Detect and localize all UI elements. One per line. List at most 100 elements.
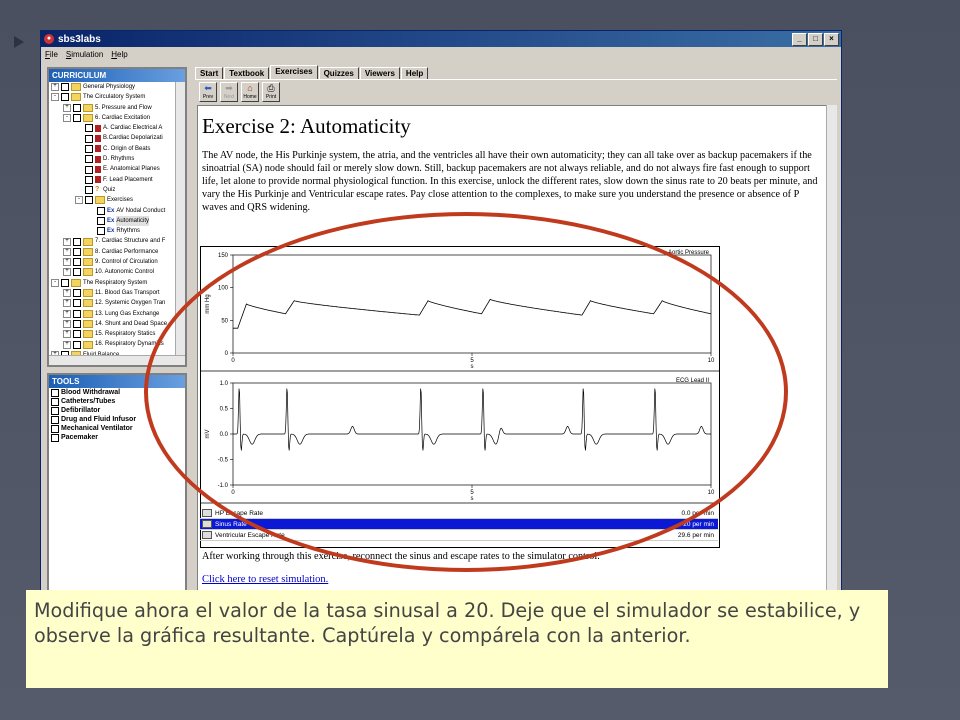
tab-textbook[interactable]: Textbook	[224, 67, 270, 79]
lock-icon[interactable]	[202, 509, 212, 517]
tool-checkbox[interactable]	[51, 397, 59, 406]
maximize-button[interactable]: □	[808, 32, 823, 46]
tree-item[interactable]: Ex AV Nodal Conduct	[51, 206, 185, 216]
tab-quizzes[interactable]: Quizzes	[318, 67, 359, 79]
next-button[interactable]: ➡ Next	[220, 82, 238, 102]
expand-icon[interactable]: +	[63, 268, 71, 277]
tool-item[interactable]: Mechanical Ventilator	[51, 424, 185, 433]
expand-icon[interactable]: +	[51, 83, 59, 92]
tree-item[interactable]: - The Circulatory System	[51, 92, 185, 102]
tree-checkbox[interactable]	[61, 83, 69, 92]
expand-icon[interactable]: +	[63, 340, 71, 349]
document-scrollbar[interactable]	[826, 105, 837, 597]
tool-checkbox[interactable]	[51, 406, 59, 415]
tree-checkbox[interactable]	[73, 309, 81, 318]
tree-item[interactable]: +7. Cardiac Structure and F	[51, 236, 185, 246]
tree-item[interactable]: + General Physiology	[51, 82, 185, 92]
tree-item[interactable]: D. Rhythms	[51, 154, 185, 164]
tree-checkbox[interactable]	[73, 103, 81, 112]
home-button[interactable]: ⌂ Home	[241, 82, 259, 102]
tree-item[interactable]: +13. Lung Gas Exchange	[51, 309, 185, 319]
reset-link[interactable]: Click here to reset simulation.	[202, 574, 328, 585]
tree-item[interactable]: +12. Systemic Oxygen Tran	[51, 298, 185, 308]
tree-checkbox[interactable]	[61, 93, 69, 102]
tree-item[interactable]: +10. Autonomic Control	[51, 267, 185, 277]
tree-item[interactable]: C. Origin of Beats	[51, 144, 185, 154]
tab-start[interactable]: Start	[195, 67, 224, 79]
tree-item[interactable]: F. Lead Placement	[51, 175, 185, 185]
tree-checkbox[interactable]	[73, 299, 81, 308]
tree-item[interactable]: +15. Respiratory Statics	[51, 329, 185, 339]
curriculum-hscroll[interactable]	[49, 355, 185, 365]
expand-icon[interactable]: +	[63, 309, 71, 318]
tree-checkbox[interactable]	[85, 155, 93, 164]
tree-checkbox[interactable]	[85, 124, 93, 133]
tree-checkbox[interactable]	[73, 319, 81, 328]
tab-help[interactable]: Help	[400, 67, 429, 79]
expand-icon[interactable]: +	[63, 299, 71, 308]
collapse-icon[interactable]: -	[63, 114, 71, 123]
tree-checkbox[interactable]	[85, 134, 93, 143]
menu-help[interactable]: Help	[111, 50, 127, 59]
tree-item[interactable]: ? Quiz	[51, 185, 185, 195]
tab-exercises[interactable]: Exercises	[270, 65, 318, 79]
tool-checkbox[interactable]	[51, 424, 59, 433]
tree-checkbox[interactable]	[73, 340, 81, 349]
tool-item[interactable]: Blood Withdrawal	[51, 388, 185, 397]
lock-icon[interactable]	[202, 520, 212, 528]
lock-icon[interactable]	[202, 531, 212, 539]
close-button[interactable]: ×	[824, 32, 839, 46]
expand-icon[interactable]: +	[63, 319, 71, 328]
tree-item[interactable]: E. Anatomical Planes	[51, 164, 185, 174]
tool-checkbox[interactable]	[51, 415, 59, 424]
tool-checkbox[interactable]	[51, 388, 59, 397]
tree-item[interactable]: Ex Rhythms	[51, 226, 185, 236]
menu-simulation[interactable]: Simulation	[66, 50, 103, 59]
tool-item[interactable]: Defibrillator	[51, 406, 185, 415]
rate-row[interactable]: Sinus Rate 20 per min	[200, 519, 718, 530]
tree-checkbox[interactable]	[73, 258, 81, 267]
tree-checkbox[interactable]	[85, 186, 93, 195]
tree-item[interactable]: - The Respiratory System	[51, 278, 185, 288]
tree-checkbox[interactable]	[73, 114, 81, 123]
tree-item[interactable]: +9. Control of Circulation	[51, 257, 185, 267]
tree-item[interactable]: - Exercises	[51, 195, 185, 205]
tree-item[interactable]: +8. Cardiac Performance	[51, 247, 185, 257]
tree-checkbox[interactable]	[73, 247, 81, 256]
tree-checkbox[interactable]	[73, 237, 81, 246]
tree-item[interactable]: - 6. Cardiac Excitation	[51, 113, 185, 123]
tree-checkbox[interactable]	[97, 227, 105, 236]
tree-item[interactable]: +14. Shunt and Dead Space	[51, 319, 185, 329]
tool-item[interactable]: Drug and Fluid Infusor	[51, 415, 185, 424]
rate-row[interactable]: Ventricular Escape Rate 29.6 per min	[200, 530, 718, 541]
tree-checkbox[interactable]	[73, 289, 81, 298]
tree-checkbox[interactable]	[85, 175, 93, 184]
curriculum-vscroll[interactable]	[175, 82, 185, 356]
tree-checkbox[interactable]	[85, 165, 93, 174]
collapse-icon[interactable]: -	[51, 93, 59, 102]
tree-item[interactable]: Ex Automaticity	[51, 215, 185, 227]
tree-checkbox[interactable]	[73, 268, 81, 277]
menu-file[interactable]: File	[45, 50, 58, 59]
tree-checkbox[interactable]	[97, 217, 105, 225]
expand-icon[interactable]: +	[63, 289, 71, 298]
tool-checkbox[interactable]	[51, 433, 59, 442]
tree-item[interactable]: +5. Pressure and Flow	[51, 103, 185, 113]
tree-checkbox[interactable]	[61, 278, 69, 287]
collapse-icon[interactable]: -	[51, 278, 59, 287]
expand-icon[interactable]: +	[63, 330, 71, 339]
tool-item[interactable]: Catheters/Tubes	[51, 397, 185, 406]
expand-icon[interactable]: +	[63, 237, 71, 246]
print-button[interactable]: ⎙ Print	[262, 82, 280, 102]
collapse-icon[interactable]: -	[75, 196, 83, 205]
tree-item[interactable]: +11. Blood Gas Transport	[51, 288, 185, 298]
minimize-button[interactable]: _	[792, 32, 807, 46]
tree-item[interactable]: +16. Respiratory Dynamics	[51, 339, 185, 349]
expand-icon[interactable]: +	[63, 247, 71, 256]
expand-icon[interactable]: +	[63, 258, 71, 267]
expand-icon[interactable]: +	[63, 103, 71, 112]
tab-viewers[interactable]: Viewers	[359, 67, 400, 79]
tree-item[interactable]: B.Cardiac Depolarizati	[51, 133, 185, 143]
rate-row[interactable]: HP Escape Rate 0.0 per min	[200, 508, 718, 519]
tool-item[interactable]: Pacemaker	[51, 433, 185, 442]
